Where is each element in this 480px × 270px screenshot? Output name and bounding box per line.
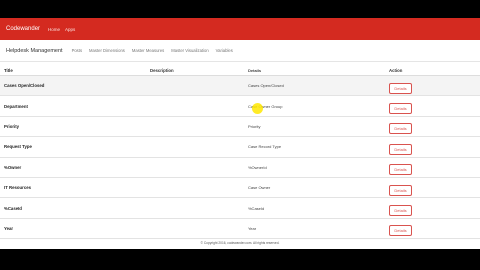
details-button[interactable]: Details [389, 164, 412, 176]
row-details: Case Record Type [248, 144, 282, 150]
row-title: %CaseId [4, 205, 22, 211]
variables-table: Title Description Details Action Cases O… [0, 66, 480, 240]
row-title: %Owner [4, 164, 22, 170]
details-button[interactable]: Details [389, 184, 412, 196]
table-row: Year Year Details [0, 219, 480, 240]
video-frame: Codewander Home Apps Helpdesk Management… [0, 0, 480, 270]
table-row: Department Case Owner Group Details [0, 96, 480, 117]
row-action-cell: Details [389, 97, 480, 115]
row-title: Priority [4, 123, 20, 129]
details-button[interactable]: Details [389, 123, 412, 135]
row-action-cell: Details [389, 77, 480, 95]
table-row: Cases Open/Closed Cases Open/Closed Deta… [0, 76, 480, 97]
row-action-cell: Details [389, 219, 480, 237]
row-details: %CaseId [248, 205, 265, 211]
app-title[interactable]: Helpdesk Management [6, 48, 63, 54]
nav-link-apps[interactable]: Apps [65, 27, 75, 32]
details-button[interactable]: Details [389, 103, 412, 115]
subnav-link-posts[interactable]: Posts [72, 48, 82, 53]
details-button[interactable]: Details [389, 143, 412, 155]
table-row: IT Resources Case Owner Details [0, 178, 480, 199]
row-details: %OwnerId [248, 164, 267, 170]
subnav-link-variables[interactable]: Variables [216, 48, 233, 53]
row-details: Case Owner [248, 185, 271, 191]
app-window: Codewander Home Apps Helpdesk Management… [0, 18, 480, 249]
table-row: Priority Priority Details [0, 117, 480, 138]
brand-logo[interactable]: Codewander [6, 26, 40, 32]
row-title: Year [4, 225, 14, 231]
details-button[interactable]: Details [389, 205, 412, 217]
row-title: Cases Open/Closed [4, 83, 45, 89]
details-button[interactable]: Details [389, 82, 412, 94]
header-description: Description [150, 68, 174, 73]
row-title: Request Type [4, 144, 32, 150]
header-action: Action [389, 68, 403, 73]
row-details: Case Owner Group [248, 103, 283, 109]
table-row: %Owner %OwnerId Details [0, 158, 480, 178]
cursor-highlight-icon [252, 103, 263, 114]
table-row: Request Type Case Record Type Details [0, 137, 480, 158]
header-title: Title [4, 68, 13, 73]
table-header: Title Description Details Action [0, 66, 480, 76]
row-action-cell: Details [389, 179, 480, 197]
details-button[interactable]: Details [389, 225, 412, 237]
row-details: Cases Open/Closed [248, 83, 284, 89]
row-title: Department [4, 103, 28, 109]
letterbox-top [0, 0, 480, 18]
header-details: Details [248, 68, 262, 73]
subnav-link-master-dimensions[interactable]: Master Dimensions [89, 48, 125, 53]
page-footer: © Copyright 2016, codewander.com. All ri… [200, 241, 280, 245]
row-details: Priority [248, 123, 261, 129]
row-title: IT Resources [4, 185, 31, 191]
row-action-cell: Details [389, 158, 480, 176]
subnav-link-master-visualization[interactable]: Master Visualization [171, 48, 208, 53]
top-navbar: Codewander Home Apps [0, 18, 480, 40]
table-row: %CaseId %CaseId Details [0, 198, 480, 219]
row-action-cell: Details [389, 117, 480, 135]
row-action-cell: Details [389, 199, 480, 217]
sub-navbar: Helpdesk Management Posts Master Dimensi… [0, 40, 480, 62]
letterbox-bottom [0, 249, 480, 270]
row-action-cell: Details [389, 138, 480, 156]
row-details: Year [248, 225, 257, 231]
nav-link-home[interactable]: Home [48, 27, 60, 32]
subnav-link-master-measures[interactable]: Master Measures [132, 48, 164, 53]
